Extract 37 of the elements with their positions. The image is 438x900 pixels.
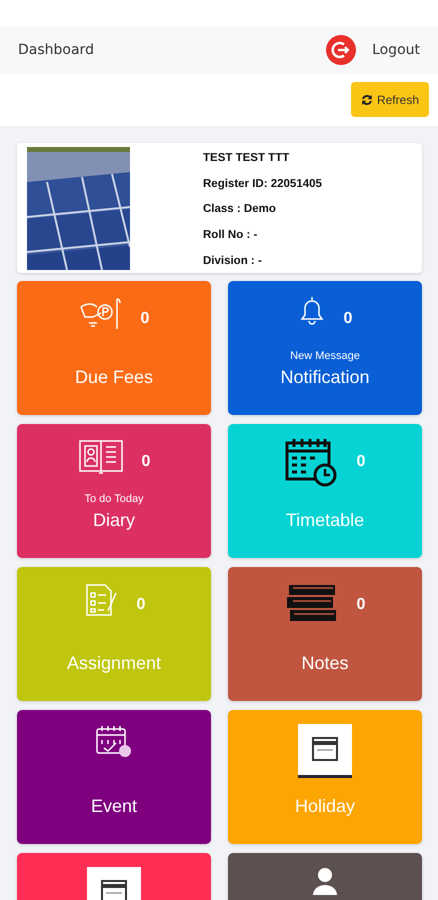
tile-subtitle: New Message bbox=[290, 348, 360, 364]
student-detail: Register ID: 22051405 bbox=[203, 176, 322, 192]
tile-title: Notification bbox=[280, 366, 370, 389]
tile-subtitle: To do Today bbox=[84, 492, 144, 506]
person-icon bbox=[312, 867, 338, 895]
page-title: Dashboard bbox=[18, 40, 94, 60]
dashboard-tile[interactable]: 0 To do Today Diary bbox=[17, 424, 211, 558]
count-label: 0 bbox=[142, 452, 150, 472]
calendar-icon bbox=[298, 724, 352, 778]
dashboard-tile[interactable]: 0 Due Fees bbox=[17, 281, 211, 415]
tile-title: Holiday bbox=[294, 795, 356, 818]
refresh-button[interactable]: Refresh bbox=[350, 82, 429, 117]
dashboard-tile[interactable]: Event bbox=[17, 710, 211, 844]
refresh-icon bbox=[360, 94, 373, 106]
student-detail: Division : - bbox=[203, 254, 263, 269]
calendar-check-icon bbox=[95, 724, 133, 758]
open-book-icon bbox=[78, 438, 124, 476]
calendar-clock-icon bbox=[284, 438, 339, 488]
tile-title: Diary bbox=[92, 509, 135, 532]
tile-title: Assignment bbox=[66, 652, 162, 675]
dashboard-tile[interactable]: 0 Notes bbox=[228, 567, 422, 701]
tile-title: Notes bbox=[301, 652, 349, 675]
student-name: TEST TEST TTT bbox=[203, 151, 290, 166]
student-detail: Roll No : - bbox=[203, 228, 258, 244]
bell-icon bbox=[298, 295, 326, 325]
student-detail: Class : Demo bbox=[203, 202, 277, 218]
count-label: 0 bbox=[140, 309, 150, 329]
tile-title: Event bbox=[90, 795, 138, 818]
tile-title: Timetable bbox=[286, 509, 364, 532]
count-label: 0 bbox=[356, 452, 366, 472]
tile-title: Due Fees bbox=[74, 366, 154, 389]
count-label: 0 bbox=[356, 595, 366, 615]
logout-button[interactable]: Logout bbox=[372, 40, 420, 60]
count-label: 0 bbox=[344, 309, 352, 329]
logout-icon[interactable] bbox=[326, 35, 356, 65]
dashboard-tile[interactable]: 0 New Message Notification bbox=[228, 281, 422, 415]
count-label: 0 bbox=[136, 595, 146, 615]
